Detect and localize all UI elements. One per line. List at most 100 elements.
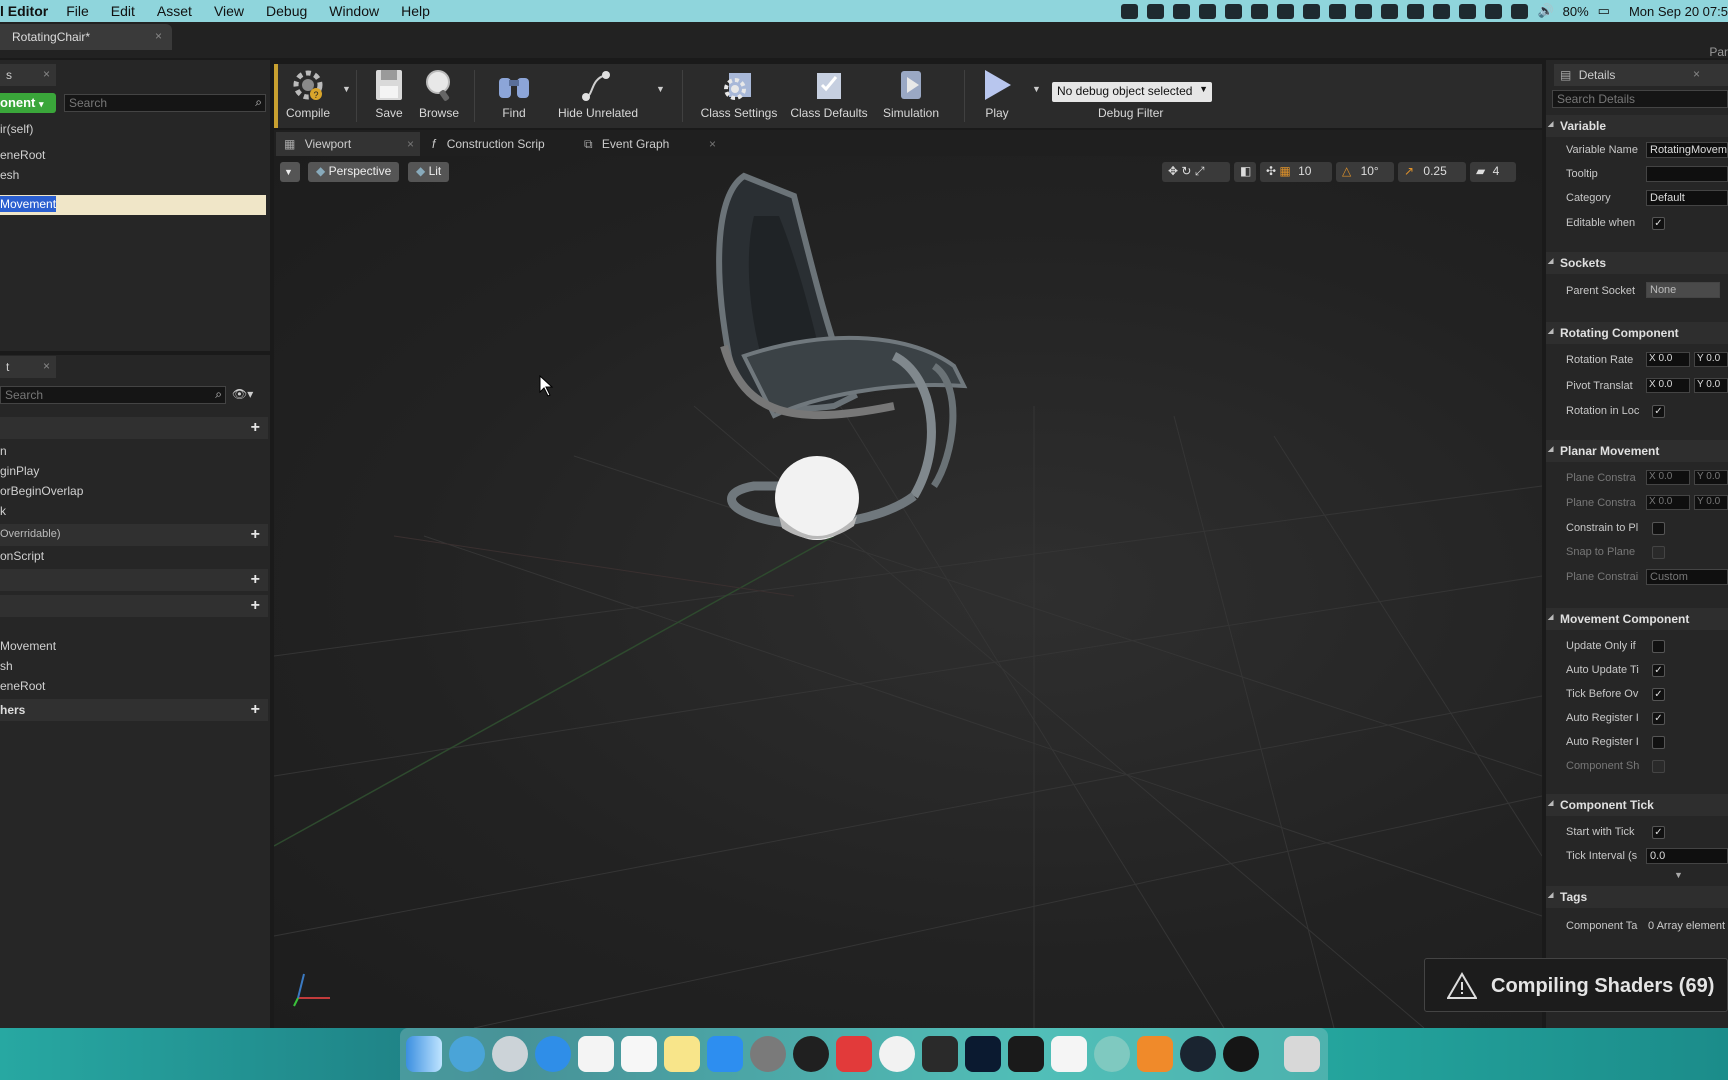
system-preferences-icon[interactable] — [750, 1036, 786, 1072]
pivot-y[interactable]: Y 0.0 — [1694, 378, 1728, 393]
blueprint-search-input[interactable]: Search ⌕ — [0, 386, 226, 404]
rocket-icon[interactable] — [492, 1036, 528, 1072]
status-app-icon[interactable] — [1303, 3, 1321, 19]
trash-icon[interactable] — [1284, 1036, 1320, 1072]
status-app-icon[interactable] — [1251, 3, 1269, 19]
status-app-icon[interactable] — [1147, 3, 1165, 19]
epic-games-icon[interactable] — [1008, 1036, 1044, 1072]
pdf-app-icon[interactable] — [1137, 1036, 1173, 1072]
close-icon[interactable]: × — [43, 67, 50, 81]
move-icon[interactable]: ✥ — [1168, 164, 1178, 178]
variable-name-field[interactable]: RotatingMovem — [1646, 142, 1728, 158]
graph-item[interactable]: n — [0, 444, 7, 458]
variable-item-sceneroot[interactable]: eneRoot — [0, 679, 45, 693]
tab-my-blueprint[interactable]: t × — [0, 356, 56, 378]
menu-file[interactable]: File — [66, 3, 89, 19]
eye-icon[interactable]: 👁▾ — [232, 387, 253, 401]
transform-mode-group[interactable]: ✥ ↻ ⤢ — [1162, 162, 1230, 182]
volume-icon[interactable]: 🔊 — [1537, 3, 1553, 19]
status-app-icon[interactable] — [1225, 3, 1243, 19]
debug-object-select[interactable]: No debug object selected ▼ — [1052, 82, 1212, 102]
status-app-icon[interactable] — [1511, 3, 1529, 19]
add-macro-button[interactable]: + — [251, 571, 260, 589]
status-app-icon[interactable] — [1173, 3, 1191, 19]
status-app-icon[interactable] — [1381, 3, 1399, 19]
world-local-toggle[interactable]: ◧ — [1234, 162, 1256, 182]
variable-item-mesh[interactable]: sh — [0, 659, 13, 673]
pivot-x[interactable]: X 0.0 — [1646, 378, 1690, 393]
start-tick-checkbox[interactable]: ✓ — [1652, 826, 1665, 839]
close-icon[interactable]: × — [155, 29, 162, 43]
perspective-button[interactable]: ◆ Perspective — [308, 162, 400, 182]
safari-icon[interactable] — [535, 1036, 571, 1072]
close-icon[interactable]: × — [709, 137, 716, 151]
qq-icon[interactable] — [793, 1036, 829, 1072]
section-functions[interactable]: Overridable) + — [0, 524, 268, 546]
tab-details[interactable]: ▤ Details × — [1554, 64, 1728, 86]
hide-unrelated-chevron-icon[interactable]: ▼ — [656, 84, 665, 94]
status-app-icon[interactable] — [1329, 3, 1347, 19]
grid-snap-group[interactable]: ✣ ▦ 10 — [1260, 162, 1332, 182]
status-app-icon[interactable] — [1199, 3, 1217, 19]
launchpad-icon[interactable] — [449, 1036, 485, 1072]
simulation-button[interactable]: Simulation — [878, 66, 944, 120]
update-only-checkbox[interactable] — [1652, 640, 1665, 653]
plane1-y[interactable]: Y 0.0 — [1694, 470, 1728, 485]
play-options-chevron-icon[interactable]: ▼ — [1032, 84, 1041, 94]
close-icon[interactable]: × — [43, 359, 50, 373]
add-function-button[interactable]: + — [251, 526, 260, 544]
auto-register-1-checkbox[interactable]: ✓ — [1652, 712, 1665, 725]
grid-snap-value[interactable]: 10 — [1298, 164, 1311, 178]
unity-icon[interactable] — [922, 1036, 958, 1072]
menu-help[interactable]: Help — [401, 3, 430, 19]
scale-icon[interactable]: ⤢ — [1195, 164, 1205, 178]
section-rotating-component[interactable]: Rotating Component — [1546, 322, 1728, 344]
auto-register-2-checkbox[interactable] — [1652, 736, 1665, 749]
surface-snap-icon[interactable]: ✣ — [1266, 164, 1276, 178]
menu-debug[interactable]: Debug — [266, 3, 307, 19]
graph-item-tick[interactable]: k — [0, 504, 6, 518]
viewport-options-button[interactable]: ▼ — [280, 162, 300, 182]
close-icon[interactable]: × — [407, 137, 414, 151]
wps-icon[interactable] — [836, 1036, 872, 1072]
scale-snap-icon[interactable]: ↗ — [1404, 164, 1414, 178]
variable-item-rotatingmovement[interactable]: Movement — [0, 639, 56, 653]
section-movement-component[interactable]: Movement Component — [1546, 608, 1728, 630]
finder-icon[interactable] — [406, 1036, 442, 1072]
rotation-snap-value[interactable]: 10° — [1361, 164, 1379, 178]
details-search-input[interactable]: Search Details — [1552, 90, 1728, 108]
auto-update-checkbox[interactable]: ✓ — [1652, 664, 1665, 677]
tick-interval-field[interactable]: 0.0 — [1646, 848, 1728, 864]
notes-icon[interactable] — [664, 1036, 700, 1072]
tick-before-checkbox[interactable]: ✓ — [1652, 688, 1665, 701]
obs-icon[interactable] — [1180, 1036, 1216, 1072]
component-item-mesh[interactable]: esh — [0, 168, 19, 182]
status-app-icon[interactable] — [1121, 3, 1139, 19]
globe-app-icon[interactable] — [1094, 1036, 1130, 1072]
close-icon[interactable]: × — [1693, 67, 1700, 81]
menu-window[interactable]: Window — [329, 3, 379, 19]
compile-button[interactable]: ? Compile — [280, 66, 336, 120]
chrome-icon[interactable] — [879, 1036, 915, 1072]
lit-button[interactable]: ◆ Lit — [408, 162, 450, 182]
menu-edit[interactable]: Edit — [111, 3, 135, 19]
section-sockets[interactable]: Sockets — [1546, 252, 1728, 274]
status-app-icon[interactable] — [1277, 3, 1295, 19]
unreal-engine-icon[interactable] — [1223, 1036, 1259, 1072]
section-planar-movement[interactable]: Planar Movement — [1546, 440, 1728, 462]
class-defaults-button[interactable]: Class Defaults — [786, 66, 872, 120]
section-component-tick[interactable]: Component Tick — [1546, 794, 1728, 816]
plane2-x[interactable]: X 0.0 — [1646, 495, 1690, 510]
status-app-icon[interactable] — [1355, 3, 1373, 19]
rotation-local-checkbox[interactable]: ✓ — [1652, 405, 1665, 418]
component-item-rotatingmovement[interactable]: Movement — [0, 195, 266, 215]
menu-view[interactable]: View — [214, 3, 244, 19]
tooltip-field[interactable] — [1646, 166, 1728, 182]
rotation-rate-x[interactable]: X 0.0 — [1646, 352, 1690, 367]
document-tab-rotatingchair[interactable]: RotatingChair* × — [0, 24, 172, 50]
component-sh-checkbox[interactable] — [1652, 760, 1665, 773]
section-variables[interactable]: + — [0, 595, 268, 617]
menu-asset[interactable]: Asset — [157, 3, 192, 19]
browse-button[interactable]: Browse — [414, 66, 464, 120]
scale-snap-value[interactable]: 0.25 — [1423, 164, 1446, 178]
